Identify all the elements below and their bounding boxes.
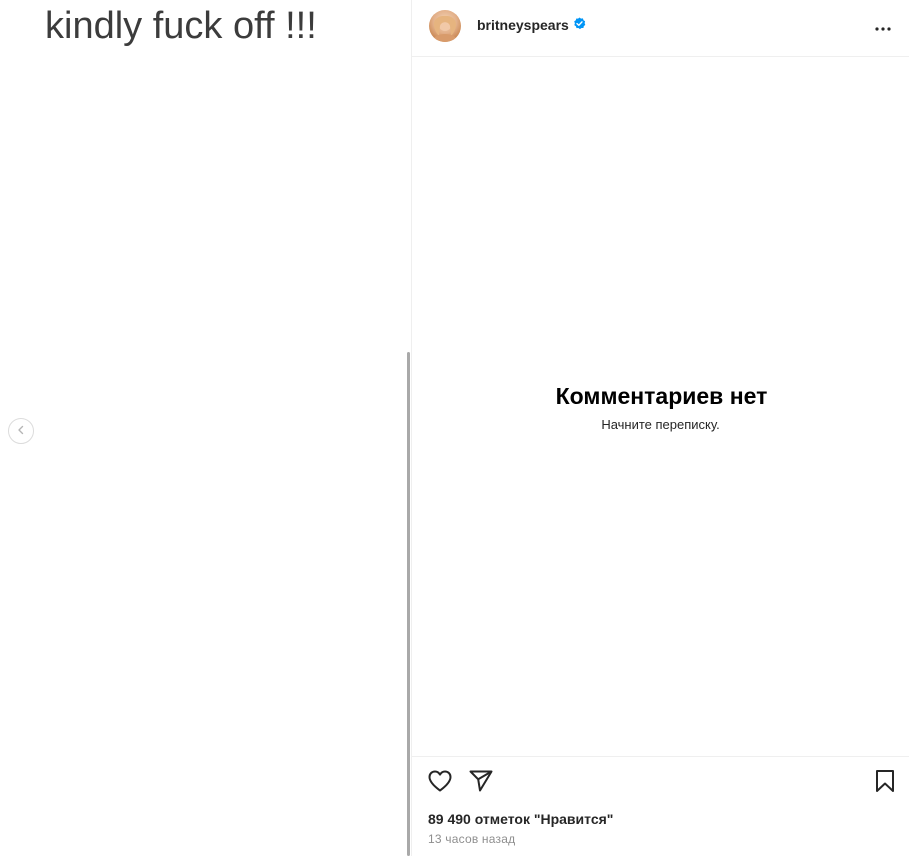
post-media: kindly fuck off !!! — [0, 0, 410, 856]
post-timestamp[interactable]: 13 часов назад — [428, 832, 515, 846]
scrollbar-thumb[interactable] — [407, 352, 410, 856]
send-icon — [469, 770, 493, 797]
post-side-panel: britneyspears Комментариев нет Начните п… — [411, 0, 909, 856]
bookmark-icon — [875, 769, 895, 798]
save-button[interactable] — [872, 769, 898, 798]
divider — [412, 756, 909, 757]
post-header: britneyspears — [412, 0, 909, 57]
username: britneyspears — [477, 17, 569, 33]
empty-comments-title: Комментариев нет — [555, 383, 768, 409]
avatar[interactable] — [429, 10, 461, 42]
empty-comments-subtitle: Начните переписку. — [601, 417, 720, 432]
verified-badge-icon — [573, 17, 586, 33]
chevron-left-icon — [16, 422, 26, 440]
comments-empty-state: Комментариев нет Начните переписку. — [412, 380, 909, 434]
post-image-text: kindly fuck off !!! — [45, 5, 317, 47]
more-options-button[interactable] — [871, 16, 895, 40]
likes-count[interactable]: 89 490 отметок "Нравится" — [428, 811, 613, 827]
share-button[interactable] — [468, 770, 494, 796]
more-horizontal-icon — [874, 19, 892, 37]
like-button[interactable] — [427, 770, 453, 796]
post-viewer: kindly fuck off !!! britneyspears Коммен… — [0, 0, 909, 856]
heart-icon — [428, 770, 452, 797]
previous-button[interactable] — [8, 418, 34, 444]
username-link[interactable]: britneyspears — [477, 17, 586, 33]
